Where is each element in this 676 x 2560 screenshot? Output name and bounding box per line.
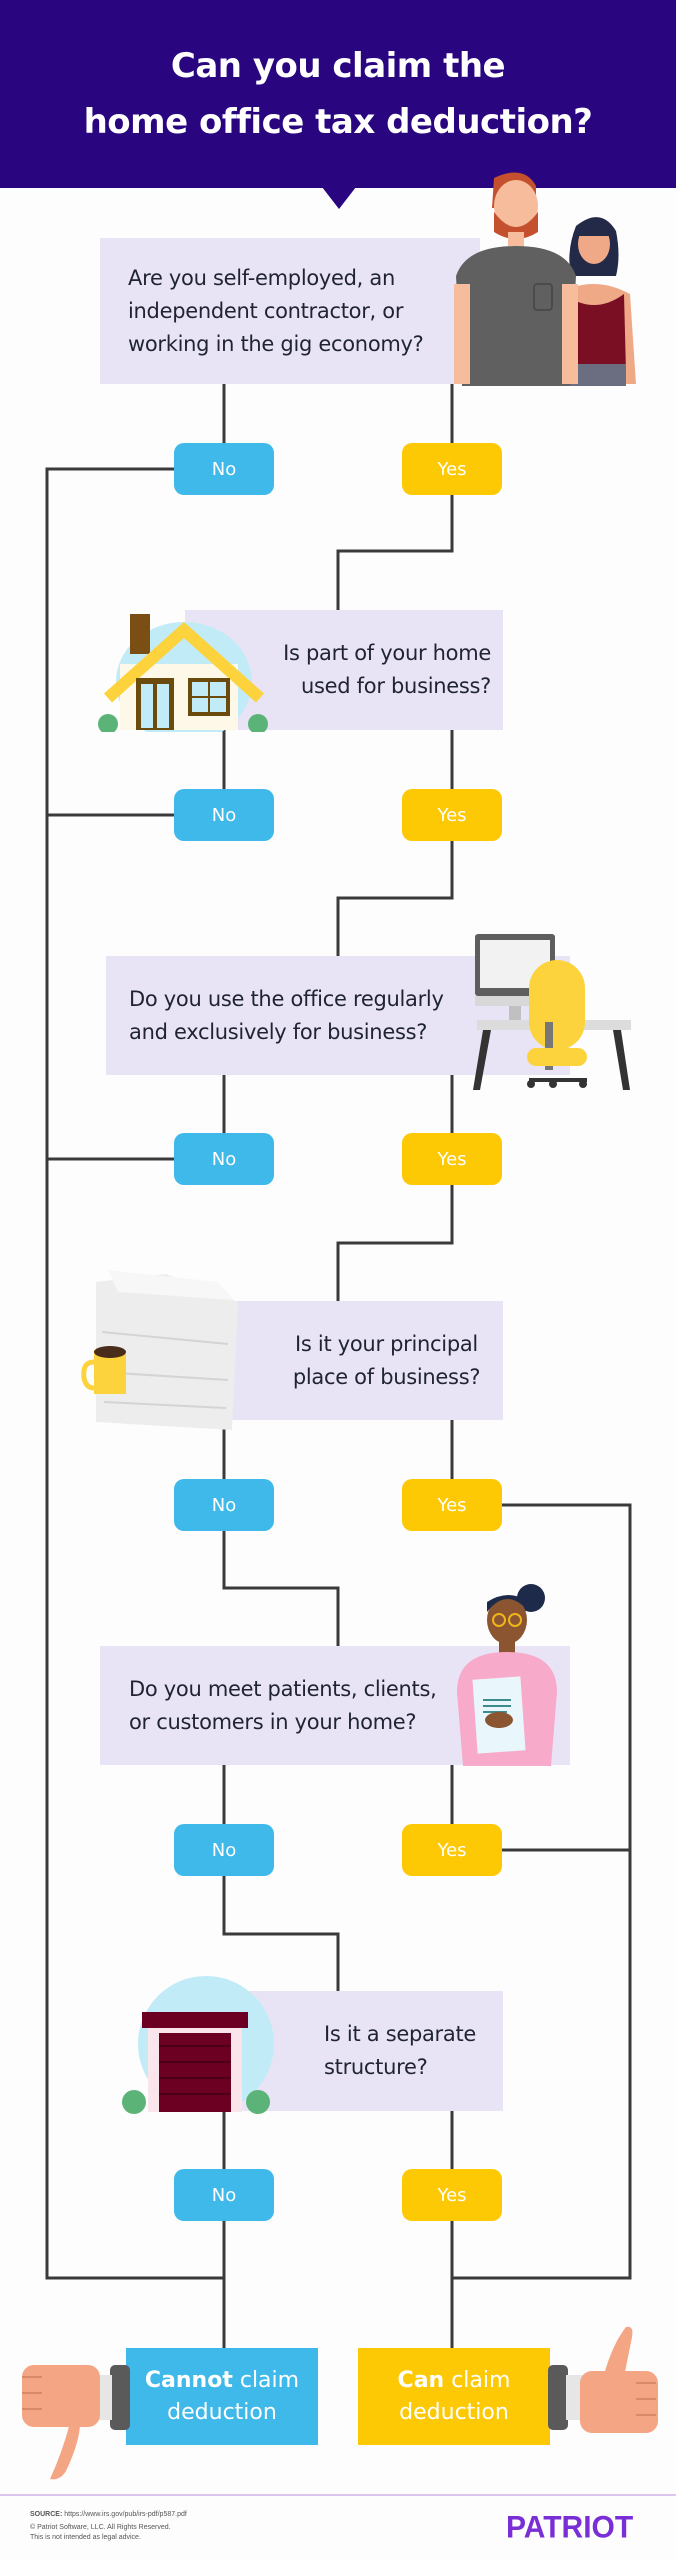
- result-can-line-1: Can claim: [358, 2365, 550, 2397]
- question-1-line-2: independent contractor, or: [128, 298, 404, 323]
- question-box-1: Are you self-employed, an independent co…: [100, 238, 480, 384]
- footer-source: SOURCE: https://www.irs.gov/pub/irs-pdf/…: [30, 2511, 187, 2518]
- patriot-logo[interactable]: PATRIOT: [506, 2510, 633, 2546]
- connector-yes1-q2: [336, 494, 454, 610]
- question-1-line-1: Are you self-employed, an: [128, 265, 396, 290]
- result-cannot-rest: claim: [232, 2367, 300, 2393]
- yes-button-5[interactable]: Yes: [402, 1824, 502, 1876]
- connector-yes3-q4: [336, 1185, 454, 1301]
- result-cannot-claim: Cannot claim deduction: [126, 2348, 318, 2445]
- yes-button-4[interactable]: Yes: [402, 1479, 502, 1531]
- no-button-1[interactable]: No: [174, 443, 274, 495]
- question-6-line-2: structure?: [324, 2055, 428, 2079]
- footer-copyright: © Patriot Software, LLC. All Rights Rese…: [30, 2524, 171, 2531]
- connector-yes2-q3: [336, 840, 454, 956]
- paper-stack-mug-icon: [81, 1270, 238, 1430]
- no-button-6[interactable]: No: [174, 2169, 274, 2221]
- woman-with-document-icon: [457, 1584, 557, 1766]
- desk-chair-icon: [473, 934, 631, 1090]
- result-can-rest: claim: [444, 2367, 511, 2393]
- result-cannot-bold: Cannot: [144, 2367, 233, 2393]
- result-can-claim: Can claim deduction: [358, 2348, 550, 2445]
- yes-button-2[interactable]: Yes: [402, 789, 502, 841]
- yes-button-3[interactable]: Yes: [402, 1133, 502, 1185]
- no-button-3[interactable]: No: [174, 1133, 274, 1185]
- source-link[interactable]: https://www.irs.gov/pub/irs-pdf/p587.pdf: [64, 2511, 187, 2518]
- result-cannot-line-1: Cannot claim: [126, 2365, 318, 2397]
- question-1-line-3: working in the gig economy?: [128, 331, 424, 356]
- question-6-line-1: Is it a separate: [324, 2022, 477, 2046]
- yes-button-1[interactable]: Yes: [402, 443, 502, 495]
- question-2-line-2: used for business?: [301, 674, 491, 698]
- question-2-line-1: Is part of your home: [283, 641, 491, 665]
- thumbs-down-icon: [22, 2365, 130, 2480]
- connector-no4-q5: [222, 1530, 340, 1646]
- footer-divider: [0, 2494, 676, 2496]
- people-icon: [454, 172, 636, 386]
- result-can-line-2: deduction: [399, 2399, 509, 2425]
- thumbs-up-icon: [548, 2326, 658, 2433]
- result-cannot-line-2: deduction: [167, 2399, 277, 2425]
- no-button-2[interactable]: No: [174, 789, 274, 841]
- yes-button-6[interactable]: Yes: [402, 2169, 502, 2221]
- no-button-5[interactable]: No: [174, 1824, 274, 1876]
- garage-icon: [122, 1976, 274, 2114]
- house-icon: [98, 614, 268, 732]
- question-4-line-1: Is it your principal: [295, 1331, 478, 1356]
- source-label: SOURCE:: [30, 2511, 63, 2518]
- no-button-4[interactable]: No: [174, 1479, 274, 1531]
- result-can-bold: Can: [397, 2367, 445, 2393]
- footer-disclaimer: This is not intended as legal advice.: [30, 2534, 141, 2541]
- question-4-line-2: place of business?: [292, 1364, 481, 1389]
